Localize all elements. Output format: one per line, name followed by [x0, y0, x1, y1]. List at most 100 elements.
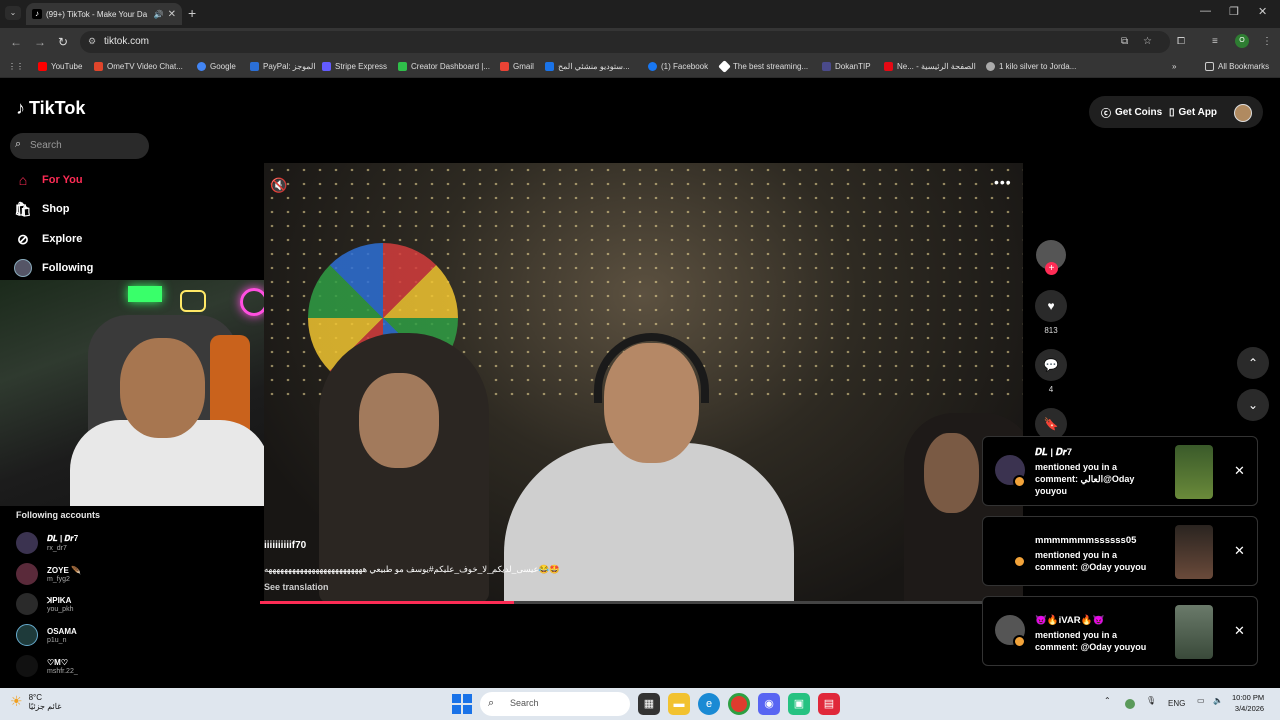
follow-plus-icon[interactable]: +: [1045, 262, 1058, 275]
tab-search-button[interactable]: ⌄: [5, 6, 21, 20]
bookmark-dokantip[interactable]: DokanTIP: [822, 62, 871, 71]
user-avatar[interactable]: [1234, 104, 1252, 122]
new-tab-button[interactable]: +: [188, 5, 196, 21]
notification-text: mentioned you in a comment: العالي@Oday …: [1035, 462, 1135, 496]
previous-video-button[interactable]: ⌃: [1237, 347, 1269, 379]
forward-icon[interactable]: →: [34, 35, 46, 49]
nav-for-you[interactable]: ⌂ For You: [14, 171, 83, 189]
nav-explore[interactable]: ⊘ Explore: [14, 230, 82, 248]
video-progress-bar[interactable]: [260, 601, 1030, 604]
nav-following[interactable]: Following: [14, 259, 93, 277]
tiktok-page: ♪ TikTok ⌕ Search ⌂ For You 🛍 Shop ⊘ Exp…: [0, 80, 1280, 688]
bookmark-stripe[interactable]: Stripe Express: [322, 62, 387, 71]
bookmarks-bar: ⋮⋮ YouTube OmeTV Video Chat... Google Pa…: [0, 56, 1280, 78]
following-account[interactable]: ꓘPIKA you_pkh: [16, 593, 73, 615]
video-username[interactable]: iiiiiiiiiif70: [264, 540, 306, 551]
search-input[interactable]: ⌕ Search: [10, 133, 149, 159]
cast-icon[interactable]: ⧉: [1121, 36, 1128, 47]
close-icon[interactable]: ✕: [1234, 543, 1245, 559]
video-thumbnail[interactable]: [1175, 445, 1213, 499]
start-button[interactable]: [452, 694, 472, 714]
profile-avatar[interactable]: O: [1235, 34, 1249, 48]
mute-icon[interactable]: 🔇: [270, 177, 287, 194]
following-account[interactable]: ♡M♡ mshfr.22_: [16, 655, 78, 677]
close-window-button[interactable]: ✕: [1258, 5, 1267, 18]
all-bookmarks-button[interactable]: All Bookmarks: [1205, 62, 1269, 71]
extensions-icon[interactable]: ⧠: [1177, 36, 1185, 47]
mention-notification[interactable]: mmmmmmmssssss05 mentioned you in a comme…: [982, 516, 1258, 586]
bookmark-studio[interactable]: ستوديو منشئي المح...: [545, 62, 630, 71]
avatar: [16, 563, 38, 585]
app-icon[interactable]: ▤: [818, 693, 840, 715]
get-app-button[interactable]: ▯ Get App: [1161, 98, 1225, 126]
chrome-icon[interactable]: [728, 693, 750, 715]
address-bar[interactable]: ⚙ tiktok.com: [80, 31, 1170, 53]
minimize-button[interactable]: —: [1200, 5, 1211, 17]
file-explorer-icon[interactable]: ▬: [668, 693, 690, 715]
bookmark-gmail[interactable]: Gmail: [500, 62, 534, 71]
following-account[interactable]: 𝑫𝑳 | 𝑫𝒓7 rx_dr7: [16, 532, 78, 554]
video-thumbnail[interactable]: [1175, 525, 1213, 579]
bookmark-youtube[interactable]: YouTube: [38, 62, 82, 71]
more-bookmarks-icon[interactable]: »: [1172, 62, 1176, 71]
app-icon[interactable]: ▣: [788, 693, 810, 715]
tiktok-logo[interactable]: ♪ TikTok: [16, 98, 85, 119]
reload-icon[interactable]: ↻: [58, 35, 68, 49]
mention-notification[interactable]: 𝑫𝑳 | 𝑫𝒓7 mentioned you in a comment: الع…: [982, 436, 1258, 506]
network-icon[interactable]: ▭: [1197, 696, 1205, 705]
close-tab-icon[interactable]: ✕: [168, 9, 176, 20]
bookmark-ometv[interactable]: OmeTV Video Chat...: [94, 62, 183, 71]
bookmark-facebook[interactable]: (1) Facebook: [648, 62, 708, 71]
show-hidden-icons[interactable]: ⌃: [1104, 696, 1111, 705]
following-account[interactable]: ZOYE 🪶 m_fyg2: [16, 563, 81, 585]
taskbar-search[interactable]: ⌕ Search: [480, 692, 630, 716]
url-text: tiktok.com: [104, 36, 150, 47]
comment-button[interactable]: 💬: [1035, 349, 1067, 381]
taskbar-clock[interactable]: 10:00 PM 3/4/2026: [1232, 692, 1264, 714]
bookmark-icon: 🔖: [1043, 417, 1059, 431]
status-icon[interactable]: [1125, 699, 1135, 709]
speaker-icon[interactable]: 🔊: [154, 10, 164, 19]
like-button[interactable]: ♥: [1035, 290, 1067, 322]
weather-widget[interactable]: ☀ 8°C غائم جزئيًا: [10, 693, 61, 711]
task-view-icon[interactable]: ▦: [638, 693, 660, 715]
bookmark-google[interactable]: Google: [197, 62, 236, 71]
get-coins-button[interactable]: ⓒ Get Coins: [1093, 98, 1170, 126]
nav-shop[interactable]: 🛍 Shop: [14, 200, 69, 218]
next-video-button[interactable]: ⌄: [1237, 389, 1269, 421]
close-icon[interactable]: ✕: [1234, 623, 1245, 639]
comment-count: 4: [1048, 385, 1054, 394]
video-player[interactable]: [264, 163, 1023, 603]
bookmark-silver[interactable]: 1 kilo silver to Jorda...: [986, 62, 1076, 71]
bookmark-streaming[interactable]: The best streaming...: [718, 60, 808, 73]
microphone-icon[interactable]: 🎙: [1146, 696, 1156, 705]
language-indicator[interactable]: ENG: [1168, 699, 1185, 708]
volume-icon[interactable]: 🔈: [1213, 696, 1223, 705]
edge-icon[interactable]: e: [698, 693, 720, 715]
bookmark-creator-dashboard[interactable]: Creator Dashboard |...: [398, 62, 490, 71]
restore-button[interactable]: ❐: [1229, 5, 1239, 18]
avatar: [16, 593, 38, 615]
sweater: [504, 443, 794, 603]
bookmark-paypal[interactable]: PayPal: الموجز: [250, 62, 316, 71]
bookmark-star-icon[interactable]: ☆: [1143, 36, 1152, 47]
tab-tiktok[interactable]: ♪ (99+) TikTok - Make Your Da 🔊 ✕: [26, 3, 182, 25]
notification-user: mmmmmmmssssss05: [1035, 535, 1137, 546]
nav-label: For You: [42, 174, 83, 186]
site-info-icon[interactable]: ⚙: [88, 36, 96, 47]
more-options-icon[interactable]: •••: [994, 174, 1012, 190]
creator-avatar[interactable]: +: [1036, 240, 1066, 275]
following-account[interactable]: OSAMA p1u_n: [16, 624, 77, 646]
media-controls-icon[interactable]: ≡: [1212, 36, 1218, 47]
account-handle: m_fyg2: [47, 575, 70, 583]
mention-notification[interactable]: 😈🔥iVAR🔥😈 mentioned you in a comment: @Od…: [982, 596, 1258, 666]
close-icon[interactable]: ✕: [1234, 463, 1245, 479]
see-translation-link[interactable]: See translation: [264, 582, 329, 592]
video-thumbnail[interactable]: [1175, 605, 1213, 659]
bookmark-netflix[interactable]: Ne... - الصفحة الرئيسية: [884, 62, 976, 71]
back-icon[interactable]: ←: [10, 35, 22, 49]
get-app-label: Get App: [1178, 106, 1218, 118]
apps-icon[interactable]: ⋮⋮: [8, 62, 24, 71]
discord-icon[interactable]: ◉: [758, 693, 780, 715]
menu-icon[interactable]: ⋮: [1262, 36, 1272, 47]
